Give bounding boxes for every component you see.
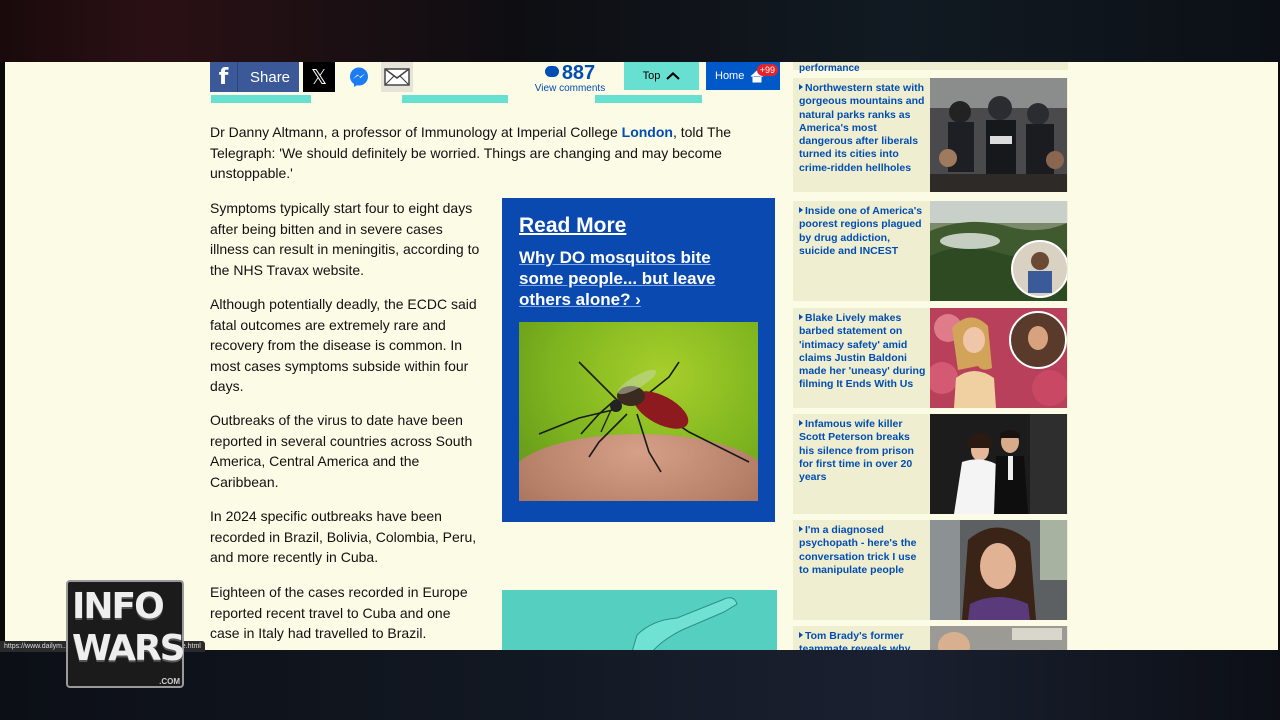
top-label: Top xyxy=(642,70,661,82)
logo-line-3: .COM xyxy=(159,677,180,686)
sidebar-top-fragment[interactable]: performance xyxy=(793,62,1068,74)
comments-link[interactable]: 887 View comments xyxy=(530,62,610,94)
article-body: Dr Danny Altmann, a professor of Immunol… xyxy=(210,122,776,641)
read-more-box[interactable]: Read More Why DO mosquitos bite some peo… xyxy=(502,198,775,522)
blake-lively-image xyxy=(930,308,1067,408)
comment-bubble-icon xyxy=(544,66,559,77)
home-button[interactable]: Home +99 xyxy=(706,62,780,90)
paragraph-text: Although potentially deadly, the ECDC sa… xyxy=(210,296,477,394)
story-headline[interactable]: I'm a diagnosed psychopath - here's the … xyxy=(793,520,930,620)
share-label: Share xyxy=(250,68,291,86)
article-paragraph: Eighteen of the cases recorded in Europe… xyxy=(210,582,482,644)
paragraph-text: Symptoms typically start four to eight d… xyxy=(210,200,480,278)
story-text: I'm a diagnosed psychopath - here's the … xyxy=(799,524,917,576)
facebook-share-button[interactable]: f Share xyxy=(210,62,299,92)
article-paragraph: In 2024 specific outbreaks have been rec… xyxy=(210,506,482,568)
web-page: f Share 𝕏 887 View comments Top Home +99… xyxy=(5,62,1278,650)
arrow-icon xyxy=(799,84,803,90)
story-headline[interactable]: Tom Brady's former teammate reveals why xyxy=(793,626,930,650)
view-comments-label: View comments xyxy=(534,83,606,94)
article-paragraph: Outbreaks of the virus to date have been… xyxy=(210,410,482,492)
sidebar-story[interactable]: Northwestern state with gorgeous mountai… xyxy=(793,78,1068,192)
notification-badge: +99 xyxy=(756,64,778,76)
illustration-shape xyxy=(632,597,738,650)
sidebar-story[interactable]: Inside one of America's poorest regions … xyxy=(793,201,1068,301)
fragment-text: performance xyxy=(799,63,860,74)
story-text: Blake Lively makes barbed statement on '… xyxy=(799,312,926,391)
police-crowd-image xyxy=(930,78,1067,192)
share-bar: f Share 𝕏 887 View comments Top Home +99 xyxy=(210,62,780,94)
arrow-icon xyxy=(799,526,803,532)
logo-line-1: INFO xyxy=(72,586,165,627)
lead-paragraph: Dr Danny Altmann, a professor of Immunol… xyxy=(210,122,770,184)
story-text: Tom Brady's former teammate reveals why xyxy=(799,630,911,650)
paragraph-text: Outbreaks of the virus to date have been… xyxy=(210,412,473,490)
tom-brady-image xyxy=(930,626,1067,650)
paragraph-text: In 2024 specific outbreaks have been rec… xyxy=(210,508,477,565)
sidebar-story[interactable]: Tom Brady's former teammate reveals why xyxy=(793,626,1068,650)
arrow-icon xyxy=(799,632,803,638)
article-paragraph: Although potentially deadly, the ECDC sa… xyxy=(210,294,482,397)
story-headline[interactable]: Northwestern state with gorgeous mountai… xyxy=(793,78,930,192)
x-share-button[interactable]: 𝕏 xyxy=(303,62,335,92)
lead-text: Dr Danny Altmann, a professor of Immunol… xyxy=(210,124,622,140)
infowars-logo: INFO WARS .COM xyxy=(66,580,186,688)
sidebar-story[interactable]: Blake Lively makes barbed statement on '… xyxy=(793,308,1068,408)
teal-button-strip xyxy=(211,95,311,103)
arrow-icon xyxy=(799,207,803,213)
logo-line-2: WARS xyxy=(72,628,186,669)
chevron-up-icon xyxy=(666,72,681,80)
paragraph-text: Eighteen of the cases recorded in Europe… xyxy=(210,584,468,641)
story-headline[interactable]: Blake Lively makes barbed statement on '… xyxy=(793,308,930,408)
messenger-icon xyxy=(350,67,368,87)
story-text: Inside one of America's poorest regions … xyxy=(799,205,923,257)
teal-button-strip xyxy=(402,95,508,103)
article-paragraph: Symptoms typically start four to eight d… xyxy=(210,198,482,280)
back-to-top-button[interactable]: Top xyxy=(624,62,699,90)
home-label: Home xyxy=(715,70,745,82)
story-thumbnail[interactable] xyxy=(930,626,1067,650)
wedding-couple-image xyxy=(930,414,1067,514)
mosquito-illustration xyxy=(538,361,750,473)
comment-count: 887 xyxy=(561,62,596,84)
read-more-headline[interactable]: Why DO mosquitos bite some people... but… xyxy=(519,247,759,310)
story-thumbnail[interactable] xyxy=(930,78,1067,192)
woman-in-car-image xyxy=(930,520,1067,620)
foggy-mountains-image xyxy=(930,201,1067,301)
story-thumbnail[interactable] xyxy=(930,308,1067,408)
teal-promo-panel[interactable] xyxy=(502,590,777,650)
story-thumbnail[interactable] xyxy=(930,414,1067,514)
sidebar-story[interactable]: Infamous wife killer Scott Peterson brea… xyxy=(793,414,1068,514)
arrow-icon xyxy=(799,420,803,426)
video-frame-bottom xyxy=(0,650,1280,720)
mosquito-photo[interactable] xyxy=(519,322,758,501)
story-thumbnail[interactable] xyxy=(930,520,1067,620)
story-headline[interactable]: Inside one of America's poorest regions … xyxy=(793,201,930,301)
arrow-icon xyxy=(799,314,803,320)
envelope-icon xyxy=(384,68,410,86)
story-text: Northwestern state with gorgeous mountai… xyxy=(799,82,925,174)
story-thumbnail[interactable] xyxy=(930,201,1067,301)
video-frame-top xyxy=(0,0,1280,62)
facebook-icon: f xyxy=(210,62,238,92)
x-icon: 𝕏 xyxy=(310,65,328,89)
messenger-share-button[interactable] xyxy=(343,62,375,92)
story-headline[interactable]: Infamous wife killer Scott Peterson brea… xyxy=(793,414,930,514)
story-text: Infamous wife killer Scott Peterson brea… xyxy=(799,418,914,484)
teal-button-strip xyxy=(595,95,702,103)
sidebar-story[interactable]: I'm a diagnosed psychopath - here's the … xyxy=(793,520,1068,620)
read-more-title: Read More xyxy=(519,214,627,237)
london-link[interactable]: London xyxy=(622,124,673,140)
email-share-button[interactable] xyxy=(381,62,413,92)
